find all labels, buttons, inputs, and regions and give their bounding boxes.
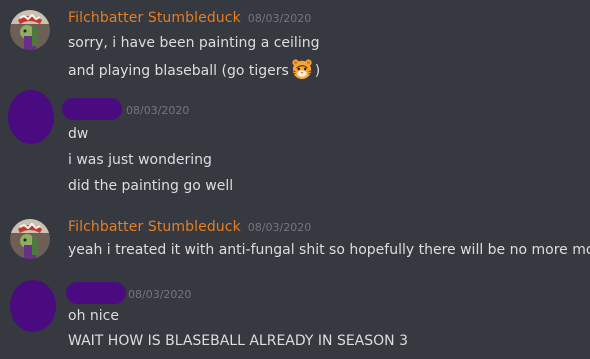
avatar-redaction	[10, 280, 56, 332]
timestamp: 08/03/2020	[247, 221, 312, 234]
message-header: 08/03/2020	[128, 288, 191, 308]
tiger-face-emoji[interactable]	[291, 58, 313, 80]
timestamp: 08/03/2020	[247, 12, 312, 25]
message-text: i was just wondering	[68, 152, 212, 168]
avatar[interactable]	[8, 90, 54, 144]
avatar[interactable]	[10, 280, 56, 332]
avatar-redaction	[8, 90, 54, 144]
avatar[interactable]	[10, 10, 50, 50]
message-text: yeah i treated it with anti-fungal shit …	[68, 242, 590, 258]
avatar[interactable]	[10, 219, 50, 259]
username[interactable]: Filchbatter Stumbleduck	[68, 219, 241, 235]
message-text-part: )	[314, 63, 321, 79]
message-text: and playing blaseball (go tigers )	[68, 59, 321, 80]
message-text: oh nice	[68, 308, 119, 324]
username[interactable]: Filchbatter Stumbleduck	[68, 10, 241, 26]
chat-message-list: Filchbatter Stumbleduck 08/03/2020 sorry…	[0, 0, 590, 359]
message-text: did the painting go well	[68, 178, 234, 194]
username-redaction	[62, 98, 122, 120]
avatar-image	[10, 10, 50, 50]
username-redaction	[66, 282, 126, 304]
message-header: Filchbatter Stumbleduck 08/03/2020	[68, 219, 311, 239]
message-text: WAIT HOW IS BLASEBALL ALREADY IN SEASON …	[68, 333, 408, 349]
timestamp: 08/03/2020	[128, 288, 192, 301]
message-text: dw	[68, 126, 89, 142]
timestamp: 08/03/2020	[126, 104, 190, 117]
message-text: sorry, i have been painting a ceiling	[68, 35, 320, 51]
message-header: 08/03/2020	[126, 104, 189, 124]
message-header: Filchbatter Stumbleduck 08/03/2020	[68, 10, 311, 30]
message-text-part: and playing blaseball (go tigers	[68, 63, 289, 79]
avatar-image	[10, 219, 50, 259]
